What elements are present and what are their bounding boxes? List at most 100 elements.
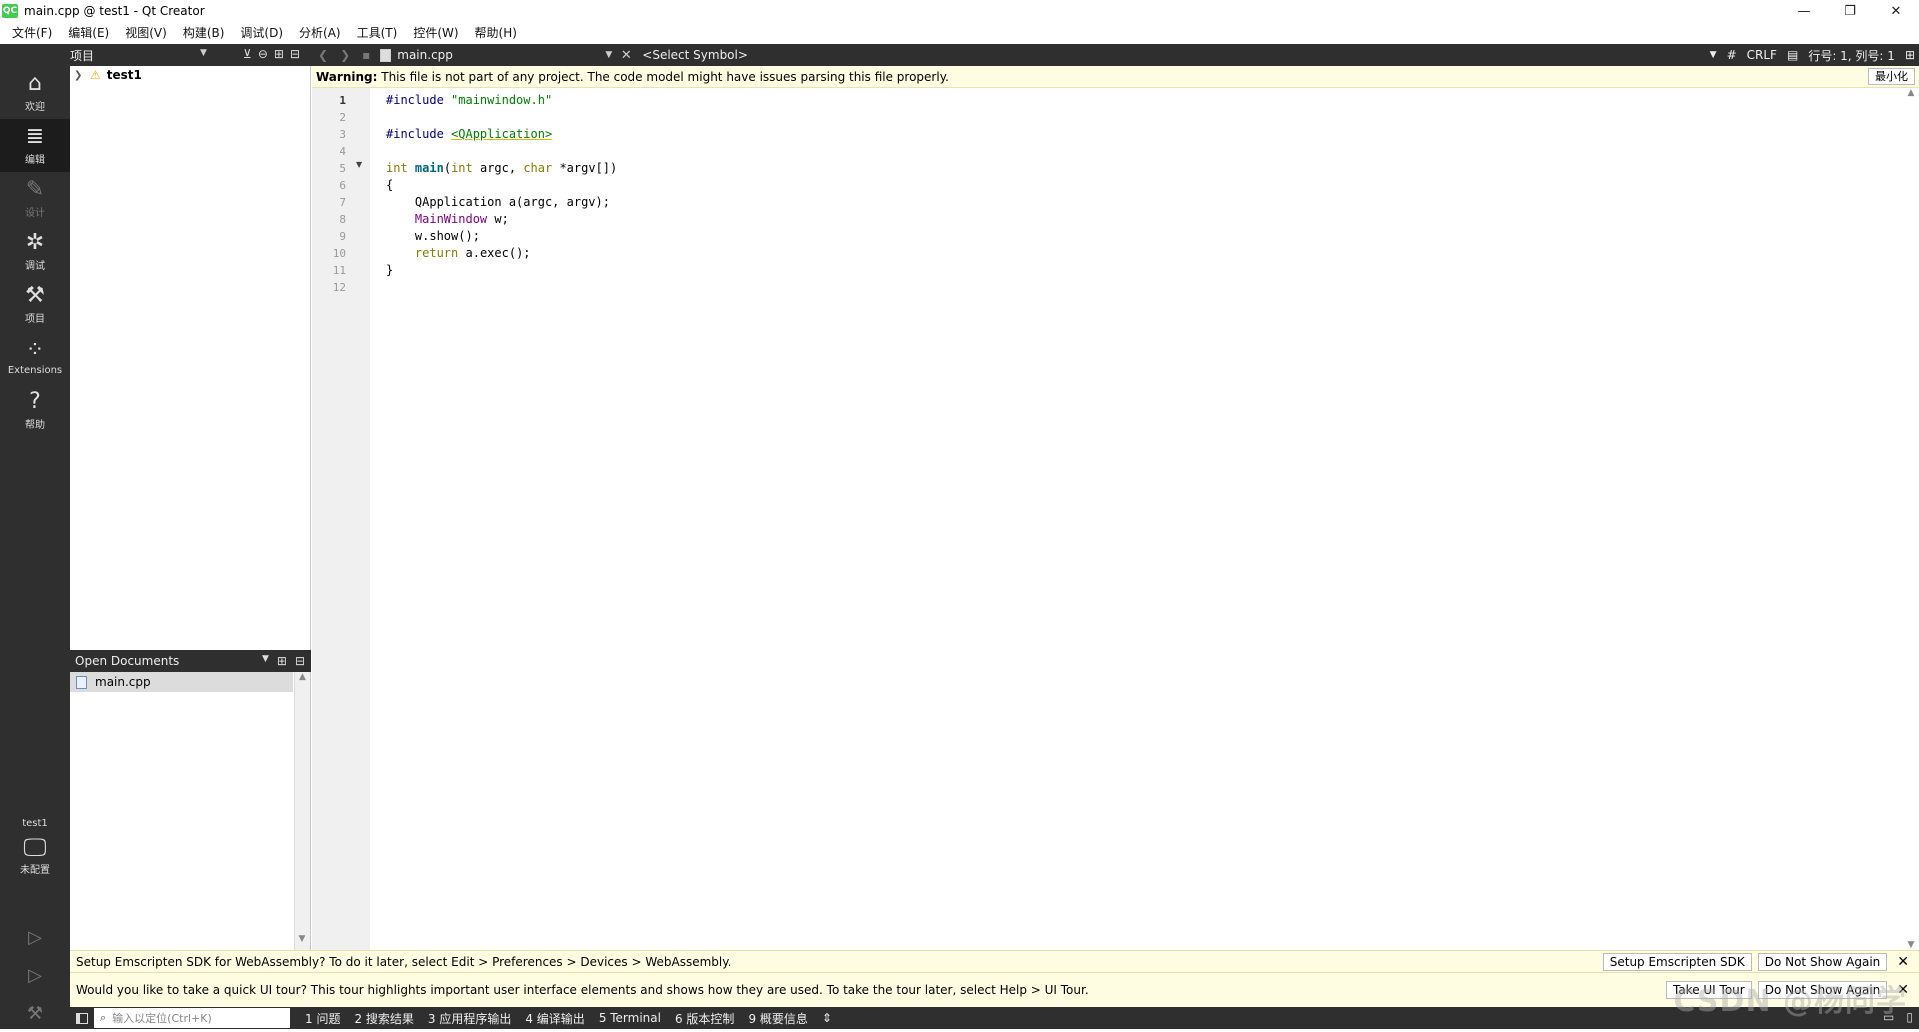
- mode-projects[interactable]: ⚒ 项目: [0, 278, 70, 331]
- info-bar-text: Setup Emscripten SDK for WebAssembly? To…: [76, 954, 732, 969]
- file-selector[interactable]: main.cpp ▼: [376, 46, 616, 64]
- menu-edit[interactable]: 编辑(E): [60, 22, 117, 44]
- restore-button[interactable]: ❐: [1827, 0, 1873, 22]
- menu-view[interactable]: 视图(V): [117, 22, 175, 44]
- home-icon: ⌂: [28, 71, 42, 96]
- mode-edit[interactable]: ≣ 编辑: [0, 119, 70, 172]
- link-icon[interactable]: ⊖: [258, 47, 268, 61]
- open-documents-header: Open Documents ▼ ⊞ ⊟: [70, 650, 311, 672]
- hash-indicator[interactable]: #: [1727, 48, 1737, 62]
- minimize-button[interactable]: —: [1781, 0, 1827, 22]
- filter-icon[interactable]: ⊻: [243, 47, 252, 61]
- qt-creator-logo-icon: QC: [2, 4, 18, 18]
- scroll-down-icon[interactable]: ▼: [295, 934, 309, 950]
- split-icon[interactable]: ⊞: [274, 47, 284, 61]
- projects-panel-title[interactable]: 项目: [70, 47, 94, 64]
- mode-design[interactable]: ✎ 设计: [0, 172, 70, 225]
- monitor-icon: 🖵: [23, 833, 47, 861]
- projects-panel-header: 项目 ▼ ⊻ ⊖ ⊞ ⊟: [70, 44, 310, 66]
- mode-help[interactable]: ? 帮助: [0, 384, 70, 437]
- chevron-down-icon[interactable]: ▼: [262, 654, 269, 668]
- line-number: 2: [339, 111, 346, 124]
- code-token: }: [386, 263, 394, 277]
- scroll-up-icon[interactable]: ▲: [1903, 88, 1919, 98]
- chevron-right-icon[interactable]: ❯: [74, 70, 86, 81]
- document-outline-icon[interactable]: ▤: [1787, 48, 1798, 62]
- chevron-down-icon: ▼: [605, 50, 613, 60]
- locator-placeholder: 输入以定位(Ctrl+K): [112, 1012, 212, 1025]
- title-bar: QC main.cpp @ test1 - Qt Creator — ❐ ✕: [0, 0, 1919, 22]
- mode-extensions[interactable]: ⁘ Extensions: [0, 331, 70, 384]
- scrollbar[interactable]: ▲ ▼: [294, 672, 310, 950]
- kit-config-label: 未配置: [20, 865, 50, 876]
- close-panel-icon[interactable]: ⊟: [295, 654, 305, 668]
- setup-emscripten-button[interactable]: Setup Emscripten SDK: [1602, 952, 1752, 971]
- pane-tab-compile-output[interactable]: 4 编译输出: [518, 1010, 591, 1027]
- scroll-down-icon[interactable]: ▼: [1903, 940, 1919, 950]
- file-selector-label: main.cpp: [397, 48, 453, 62]
- code-line: #include "mainwindow.h": [386, 92, 1903, 109]
- build-hammer-icon[interactable]: ⚒: [0, 994, 70, 1032]
- close-button[interactable]: ✕: [1873, 0, 1919, 22]
- chevron-down-icon[interactable]: ▼: [200, 48, 207, 58]
- toggle-sidebar-icon[interactable]: [70, 1012, 94, 1024]
- pane-more-icon[interactable]: ⇕: [815, 1011, 839, 1025]
- do-not-show-again-button[interactable]: Do Not Show Again: [1757, 952, 1888, 971]
- code-token: int: [451, 161, 473, 175]
- run-icon[interactable]: ▷: [0, 918, 70, 956]
- warning-icon: ⚠: [90, 68, 101, 82]
- chevron-down-icon[interactable]: ▼: [1710, 50, 1717, 60]
- mode-label: 项目: [25, 314, 45, 325]
- list-item[interactable]: main.cpp: [70, 672, 293, 692]
- fold-marker-icon[interactable]: ▼: [356, 160, 362, 169]
- forward-arrow-icon[interactable]: ❯: [334, 48, 356, 62]
- close-document-icon[interactable]: ✕: [616, 48, 636, 63]
- info-bar-text: Would you like to take a quick UI tour? …: [76, 983, 1089, 997]
- code-area: ▼ 1 2 3 4 5 6 7 8 9 10 11 12 #include "mainwindow.h…: [312, 88, 1919, 950]
- pane-tab-issues[interactable]: 1 问题: [298, 1010, 347, 1027]
- split-editor-icon[interactable]: ⊞: [1905, 48, 1915, 62]
- code-token: main: [414, 161, 444, 175]
- toggle-right-sidebar-icon[interactable]: ▯: [1906, 1010, 1913, 1024]
- help-icon: ?: [29, 389, 41, 414]
- mode-welcome[interactable]: ⌂ 欢迎: [0, 66, 70, 119]
- pane-tab-general-messages[interactable]: 9 概要信息: [741, 1010, 814, 1027]
- debug-run-icon[interactable]: ▷: [0, 956, 70, 994]
- mode-selector: ⌂ 欢迎 ≣ 编辑 ✎ 设计 ✲ 调试 ⚒ 项目 ⁘ Extensions ? …: [0, 66, 70, 1029]
- menu-file[interactable]: 文件(F): [4, 22, 60, 44]
- minimize-warning-button[interactable]: 最小化: [1868, 68, 1915, 85]
- open-documents-title[interactable]: Open Documents: [75, 654, 179, 668]
- symbol-selector[interactable]: <Select Symbol>: [636, 48, 1686, 62]
- projects-panel-tools: ⊻ ⊖ ⊞ ⊟: [243, 47, 300, 61]
- document-label: main.cpp: [95, 675, 151, 689]
- back-arrow-icon[interactable]: ❮: [312, 48, 334, 62]
- document-icon: [380, 48, 392, 62]
- tree-item-test1[interactable]: ❯ ⚠ test1: [70, 66, 310, 84]
- line-ending-selector[interactable]: CRLF: [1747, 48, 1777, 62]
- pane-tab-application-output[interactable]: 3 应用程序输出: [421, 1010, 518, 1027]
- cursor-position[interactable]: 行号: 1, 列号: 1: [1808, 47, 1895, 64]
- close-panel-icon[interactable]: ⊟: [290, 47, 300, 61]
- menu-tools[interactable]: 工具(T): [349, 22, 406, 44]
- code-token: argc,: [472, 161, 524, 175]
- mode-debug[interactable]: ✲ 调试: [0, 225, 70, 278]
- menu-build[interactable]: 构建(B): [175, 22, 233, 44]
- menu-help[interactable]: 帮助(H): [467, 22, 525, 44]
- pane-tab-version-control[interactable]: 6 版本控制: [668, 1010, 741, 1027]
- editor-scrollbar[interactable]: ▲ ▼: [1903, 88, 1919, 950]
- menu-analyze[interactable]: 分析(A): [291, 22, 349, 44]
- locator-input[interactable]: ⌕ 输入以定位(Ctrl+K): [94, 1008, 290, 1028]
- split-icon[interactable]: ⊞: [277, 654, 287, 668]
- pane-tab-terminal[interactable]: 5 Terminal: [592, 1011, 668, 1025]
- kit-selector[interactable]: test1 🖵 未配置: [0, 818, 70, 876]
- code-text[interactable]: #include "mainwindow.h" #include <QAppli…: [370, 88, 1903, 950]
- menu-debug[interactable]: 调试(D): [232, 22, 291, 44]
- open-documents-list: main.cpp ▲ ▼: [70, 672, 311, 950]
- scroll-up-icon[interactable]: ▲: [295, 672, 310, 688]
- close-icon[interactable]: ✕: [1893, 954, 1913, 970]
- menu-window[interactable]: 控件(W): [405, 22, 466, 44]
- pane-tab-search-results[interactable]: 2 搜索结果: [347, 1010, 420, 1027]
- menu-bar: 文件(F) 编辑(E) 视图(V) 构建(B) 调试(D) 分析(A) 工具(T…: [0, 22, 1919, 44]
- code-line: #include <QApplication>: [386, 126, 1903, 143]
